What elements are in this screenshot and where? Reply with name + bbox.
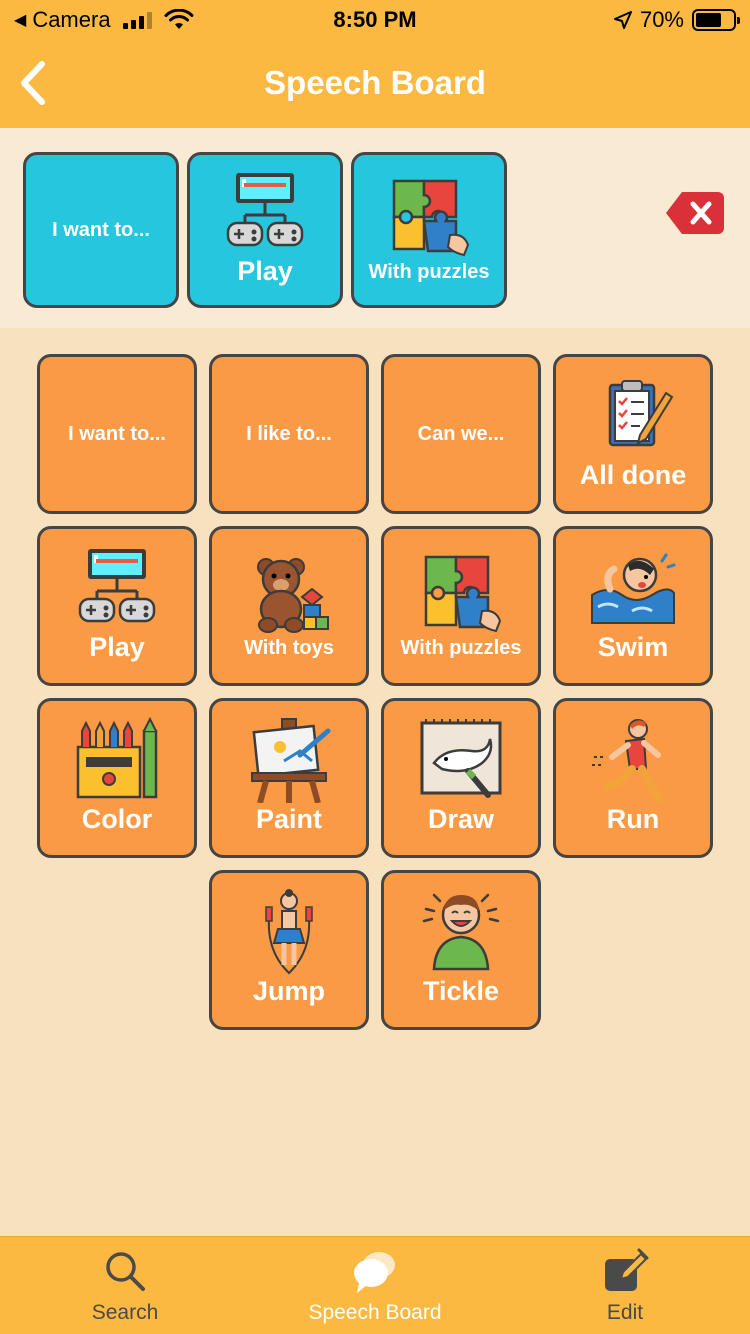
tab-label: Speech Board — [308, 1301, 442, 1324]
tile-label: With puzzles — [400, 637, 522, 659]
tile-label: Play — [89, 632, 145, 663]
tile-label: All done — [579, 460, 687, 491]
tab-label: Search — [91, 1301, 159, 1324]
drawing-icon — [420, 719, 502, 799]
tile-label: Jump — [252, 976, 325, 1007]
tab-search[interactable]: Search — [0, 1237, 250, 1334]
game-console-icon — [78, 549, 156, 623]
word-tile[interactable]: I like to... — [209, 354, 369, 514]
game-console-icon — [226, 173, 304, 247]
word-tile[interactable]: Jump — [209, 870, 369, 1030]
status-bar: ◀ Camera 8:50 PM 70% — [0, 0, 750, 40]
tab-speech-board[interactable]: Speech Board — [250, 1237, 500, 1334]
tile-label: Color — [81, 804, 153, 835]
tile-label: Swim — [597, 632, 669, 663]
battery-percent: 70% — [639, 7, 684, 32]
puzzle-icon — [424, 555, 502, 633]
word-tile[interactable]: Color — [37, 698, 197, 858]
tile-label: Tickle — [422, 976, 500, 1007]
battery-fill — [696, 13, 722, 27]
word-tile[interactable]: Draw — [381, 698, 541, 858]
tile-label: Play — [237, 256, 293, 287]
puzzle-icon — [392, 179, 470, 257]
checklist-icon — [608, 380, 674, 447]
tile-label: I want to... — [52, 219, 150, 241]
cellular-signal-icon — [122, 11, 152, 29]
sentence-strip: I want to... Play With puzzles — [0, 128, 750, 328]
word-tile[interactable]: Tickle — [381, 870, 541, 1030]
word-tile[interactable]: Play — [37, 526, 197, 686]
battery-icon — [692, 9, 740, 31]
tab-bar: Search Speech Board Edit — [0, 1236, 750, 1334]
nav-bar: Speech Board — [0, 40, 750, 128]
word-tile[interactable]: Run — [553, 698, 713, 858]
location-arrow-icon — [613, 11, 632, 29]
tile-label: With puzzles — [368, 261, 490, 283]
edit-icon — [605, 1248, 649, 1291]
word-tile[interactable]: Can we... — [381, 354, 541, 514]
word-tile[interactable]: Paint — [209, 698, 369, 858]
word-tile[interactable]: Swim — [553, 526, 713, 686]
word-tile[interactable]: I want to... — [37, 354, 197, 514]
tile-label: I want to... — [68, 423, 166, 445]
tile-label: With toys — [244, 637, 334, 659]
easel-icon — [251, 718, 331, 804]
sentence-item[interactable]: With puzzles — [351, 152, 507, 308]
swimmer-icon — [591, 553, 676, 625]
runner-icon — [592, 719, 664, 804]
backspace-icon[interactable] — [664, 190, 726, 236]
wifi-icon — [164, 9, 194, 29]
back-to-app-icon[interactable]: ◀ — [14, 10, 26, 30]
search-icon — [106, 1252, 145, 1291]
tile-label: Paint — [255, 804, 322, 835]
word-tile[interactable]: With puzzles — [381, 526, 541, 686]
status-left: ◀ Camera — [14, 7, 194, 33]
word-tile[interactable]: All done — [553, 354, 713, 514]
jump-rope-icon — [265, 889, 313, 975]
tab-label: Edit — [606, 1301, 644, 1324]
tile-label: Run — [606, 804, 660, 835]
sentence-item[interactable]: Play — [187, 152, 343, 308]
tile-label: I like to... — [246, 423, 332, 445]
status-right: 70% — [613, 7, 740, 33]
tile-label: Can we... — [417, 423, 505, 445]
back-app-label[interactable]: Camera — [32, 7, 110, 33]
tile-label: Draw — [427, 804, 495, 835]
laughing-kid-icon — [422, 893, 500, 971]
speech-bubbles-icon — [354, 1252, 395, 1293]
teddy-bear-icon — [257, 558, 329, 633]
word-tile[interactable]: With toys — [209, 526, 369, 686]
tab-edit[interactable]: Edit — [500, 1237, 750, 1334]
page-title: Speech Board — [264, 64, 486, 101]
sentence-item[interactable]: I want to... — [23, 152, 179, 308]
crayons-icon — [76, 717, 158, 799]
